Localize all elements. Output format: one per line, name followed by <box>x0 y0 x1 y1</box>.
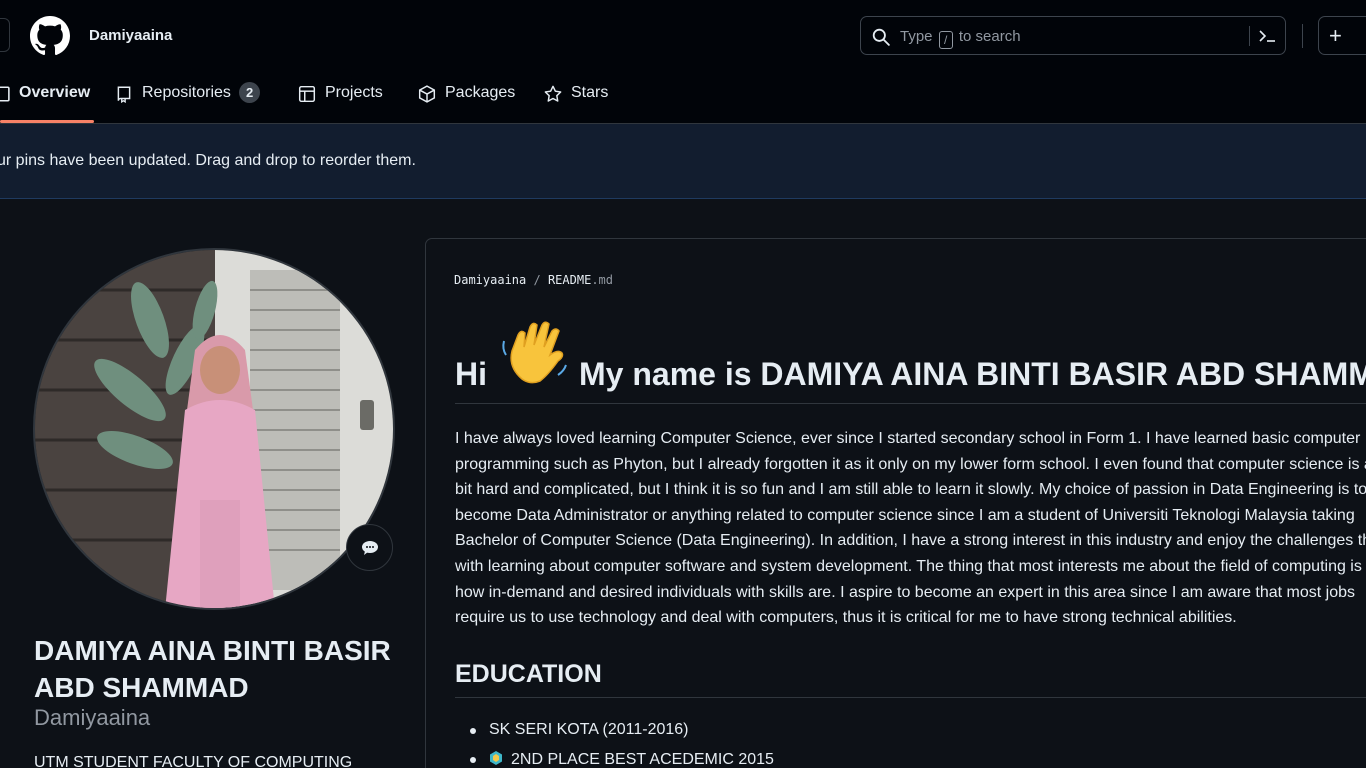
education-list: SK SERI KOTA (2011-2016) 2ND PLACE BEST … <box>470 721 774 768</box>
list-item: SK SERI KOTA (2011-2016) <box>470 721 774 750</box>
command-palette-icon[interactable] <box>1257 27 1279 45</box>
menu-button[interactable] <box>0 18 10 52</box>
repo-icon <box>117 86 131 103</box>
create-new-button[interactable]: + <box>1318 16 1366 55</box>
medal-icon <box>490 751 502 765</box>
header-username[interactable]: Damiyaaina <box>89 27 172 44</box>
plus-icon: + <box>1329 23 1342 48</box>
search-placeholder: Type / to search <box>900 28 1021 49</box>
flash-message: ur pins have been updated. Drag and drop… <box>0 152 416 169</box>
profile-full-name: DAMIYA AINA BINTI BASIR ABD SHAMMAD <box>34 635 391 703</box>
search-input[interactable]: Type / to search <box>860 16 1286 55</box>
flash-notice: ur pins have been updated. Drag and drop… <box>0 124 1366 199</box>
search-divider <box>1249 26 1250 46</box>
star-icon <box>544 85 562 102</box>
book-icon <box>0 86 10 102</box>
profile-photo <box>35 250 393 608</box>
list-item: 2ND PLACE BEST ACEDEMIC 2015 <box>470 750 774 768</box>
table-icon <box>298 85 316 103</box>
readme-box: Damiyaaina / README.md Hi My name is DAM… <box>425 238 1366 768</box>
github-logo-icon[interactable] <box>30 16 70 56</box>
set-status-button[interactable] <box>346 524 393 571</box>
app-header: Damiyaaina Type / to search + Overview R… <box>0 0 1366 124</box>
readme-breadcrumb: Damiyaaina / README.md <box>454 273 613 287</box>
readme-owner-link[interactable]: Damiyaaina <box>454 273 526 287</box>
chat-bubble-icon <box>362 541 378 555</box>
tab-packages[interactable]: Packages <box>418 78 515 124</box>
profile-bio: UTM STUDENT FACULTY OF COMPUTING <box>34 754 353 768</box>
education-divider <box>455 697 1366 698</box>
repositories-count-badge: 2 <box>238 82 261 103</box>
readme-file-link[interactable]: README.md <box>548 273 613 287</box>
tab-overview[interactable]: Overview <box>0 78 90 124</box>
tab-repositories[interactable]: Repositories 2 <box>115 78 261 124</box>
tab-stars[interactable]: Stars <box>544 78 608 124</box>
search-icon <box>872 28 890 46</box>
readme-paragraph: I have always loved learning Computer Sc… <box>455 430 1366 627</box>
package-icon <box>418 85 436 103</box>
header-divider <box>1302 24 1303 48</box>
education-heading: EDUCATION <box>455 660 602 688</box>
tab-projects[interactable]: Projects <box>298 78 383 124</box>
heading-divider <box>455 403 1366 404</box>
avatar[interactable] <box>33 248 395 610</box>
profile-login: Damiyaaina <box>34 705 151 730</box>
active-tab-indicator <box>0 120 94 123</box>
waving-hand-icon <box>502 321 567 384</box>
